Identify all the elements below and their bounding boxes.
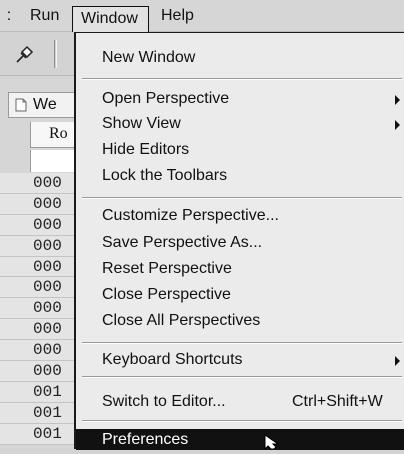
- submenu-arrow-icon: [395, 356, 400, 366]
- view-tab-label: We: [33, 96, 57, 113]
- menu-item-switch-to-editor[interactable]: Switch to Editor... Ctrl+Shift+W: [76, 389, 404, 415]
- table-row[interactable]: 000: [0, 214, 80, 236]
- menu-item-shortcut: Ctrl+Shift+W: [292, 393, 383, 410]
- menubar: : Run Window Help: [0, 0, 404, 32]
- table-cell: 000: [33, 174, 62, 192]
- menu-item-new-window[interactable]: New Window: [76, 45, 404, 71]
- menu-run[interactable]: Run: [30, 0, 59, 32]
- table-row[interactable]: 000: [0, 277, 80, 299]
- table-cell: 000: [33, 362, 62, 381]
- window-menu-dropdown: New Window Open Perspective Show View Hi…: [74, 32, 404, 450]
- toolbar: [0, 32, 80, 76]
- column-header-label: Ro: [49, 125, 68, 142]
- table-row[interactable]: 000: [0, 319, 80, 341]
- menu-item-label: Open Perspective: [102, 90, 230, 107]
- menu-item-label: Lock the Toolbars: [102, 167, 228, 184]
- menu-help[interactable]: Help: [161, 0, 194, 32]
- table-cell: 001: [33, 424, 62, 443]
- menu-item-preferences[interactable]: Preferences: [76, 429, 404, 450]
- table-cell: 000: [33, 215, 62, 234]
- table-cell: 000: [33, 257, 62, 276]
- table-cell: 000: [33, 341, 62, 360]
- table-cell: 000: [33, 299, 62, 318]
- table-row[interactable]: 000: [0, 235, 80, 257]
- menu-item-reset-perspective[interactable]: Reset Perspective: [76, 256, 404, 282]
- menu-item-label: Save Perspective As...: [102, 234, 263, 251]
- menu-item-label: New Window: [102, 49, 196, 66]
- table-row[interactable]: 000: [0, 361, 80, 382]
- menu-item-label: Preferences: [102, 431, 189, 448]
- menu-separator: [82, 376, 402, 378]
- table-row[interactable]: 000: [0, 340, 80, 362]
- toolbar-separator: [54, 40, 57, 68]
- menu-window[interactable]: Window: [72, 6, 149, 32]
- menu-item-label: Customize Perspective...: [102, 207, 279, 224]
- menu-separator: [82, 78, 402, 80]
- table-row[interactable]: 001: [0, 423, 80, 445]
- menu-separator: [82, 197, 402, 199]
- table-row[interactable]: 000: [0, 173, 80, 194]
- submenu-arrow-icon: [395, 95, 400, 105]
- menu-item-open-perspective[interactable]: Open Perspective: [76, 86, 404, 112]
- menu-item-close-all-perspectives[interactable]: Close All Perspectives: [76, 308, 404, 334]
- menu-item-label: Keyboard Shortcuts: [102, 351, 243, 368]
- table-cell: 000: [33, 194, 62, 213]
- menu-item-customize-perspective[interactable]: Customize Perspective...: [76, 203, 404, 229]
- menu-item-keyboard-shortcuts[interactable]: Keyboard Shortcuts: [76, 347, 404, 373]
- table-row[interactable]: 000: [0, 256, 80, 278]
- menu-item-save-perspective-as[interactable]: Save Perspective As...: [76, 230, 404, 256]
- menu-item-label: Close Perspective: [102, 286, 231, 303]
- menu-item-label: Close All Perspectives: [102, 312, 261, 329]
- table-cell: 001: [33, 382, 62, 401]
- menu-item-label: Show View: [102, 115, 181, 132]
- menu-edge-item[interactable]: :: [0, 0, 18, 32]
- document-icon: [15, 98, 27, 112]
- menu-item-label: Reset Perspective: [102, 260, 232, 277]
- left-panel: We Ro 000 000 000 000 000 000 000 000 00…: [0, 76, 90, 449]
- table-row[interactable]: 000: [0, 193, 80, 215]
- submenu-arrow-icon: [395, 120, 400, 130]
- table-row[interactable]: 001: [0, 402, 80, 424]
- table-rows: 000 000 000 000 000 000 000 000 000 000 …: [0, 173, 80, 445]
- menu-separator: [82, 420, 402, 422]
- menu-item-show-view[interactable]: Show View: [76, 111, 404, 137]
- menu-separator: [82, 342, 402, 344]
- menu-item-lock-toolbars[interactable]: Lock the Toolbars: [76, 163, 404, 189]
- table-cell: 000: [33, 236, 62, 255]
- menu-item-label: Switch to Editor...: [102, 393, 226, 410]
- menu-item-close-perspective[interactable]: Close Perspective: [76, 282, 404, 308]
- table-cell: 001: [33, 403, 62, 422]
- table-row[interactable]: 000: [0, 298, 80, 320]
- mouse-cursor-icon: [264, 434, 284, 451]
- menu-item-label: Hide Editors: [102, 141, 190, 158]
- pin-icon[interactable]: [14, 43, 36, 65]
- table-cell: 000: [33, 278, 62, 297]
- menu-item-hide-editors[interactable]: Hide Editors: [76, 137, 404, 163]
- table-cell: 000: [33, 320, 62, 339]
- table-row[interactable]: 001: [0, 381, 80, 403]
